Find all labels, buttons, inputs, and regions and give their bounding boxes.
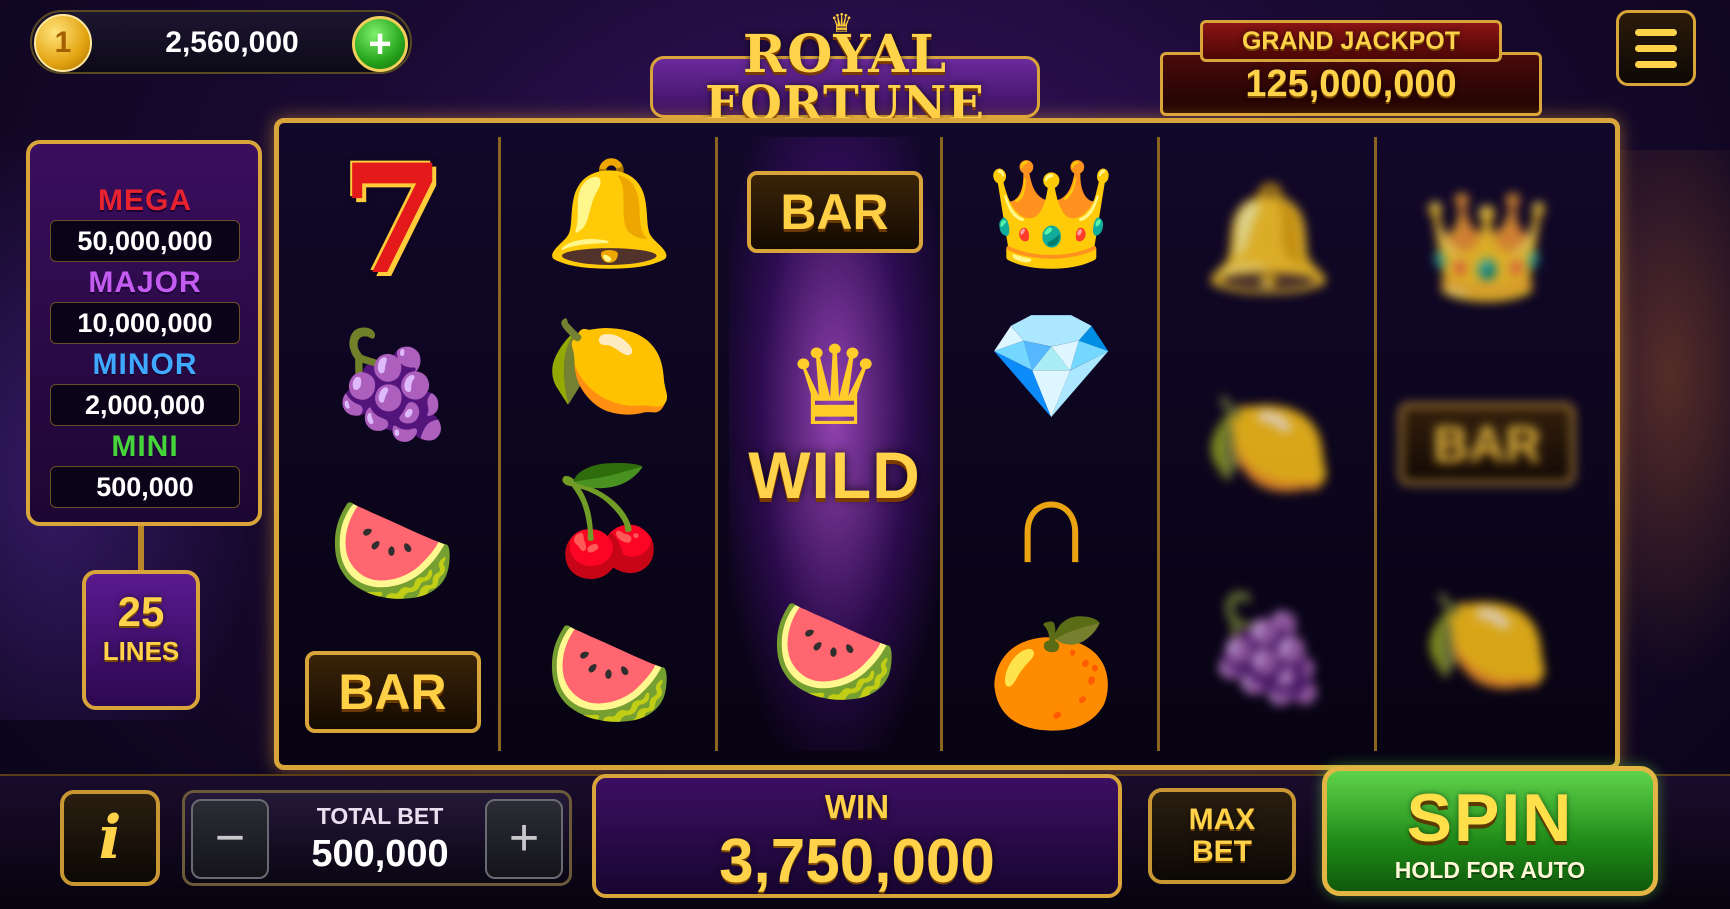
max-bet-line2: BET [1192,835,1252,868]
bell-symbol: 🔔 [1203,181,1334,298]
max-bet-line1: MAX [1188,803,1256,836]
decrease-bet-button[interactable]: − [191,799,269,879]
watermelon-symbol: 🍉 [769,594,900,711]
win-label: WIN [824,788,890,825]
grapes-symbol: 🍇 [327,327,458,444]
reel-1: 7 🍇 🍉 BAR [287,137,501,751]
reel-3: BAR ♛ WILD 🍉 [729,137,943,751]
tier-label: MINOR [92,348,198,381]
watermelon-symbol: 🍉 [327,492,458,609]
spin-hold-hint: HOLD FOR AUTO [1394,857,1586,883]
jackpot-tier-mini: MINI 500,000 [50,430,240,508]
wild-symbol: ♛ WILD [748,320,921,520]
reel-frame: 7 🍇 🍉 BAR 🔔 🍋 🍒 🍉 BAR ♛ WILD 🍉 👑 💎 ∩ 🍊 🔔… [274,118,1620,770]
tier-value: 2,000,000 [50,384,240,426]
jackpot-tier-minor: MINOR 2,000,000 [50,348,240,426]
crown-symbol: 👑 [986,155,1117,272]
grand-jackpot: 125,000,000 GRAND JACKPOT [1160,16,1542,118]
tier-value: 50,000,000 [50,220,240,262]
game-logo: ♛ ROYAL FORTUNE [640,8,1050,132]
tier-value: 500,000 [50,466,240,508]
jackpot-tier-major: MAJOR 10,000,000 [50,266,240,344]
tier-label: MEGA [98,184,192,217]
total-bet-panel: − TOTAL BET 500,000 + [182,790,572,886]
menu-icon[interactable] [1616,10,1696,86]
coin-icon: 1 [34,14,92,72]
lemon-symbol: 🍋 [1422,582,1552,699]
horseshoe-symbol: ∩ [1008,453,1095,588]
lines-count: 25 [117,588,165,635]
increase-bet-button[interactable]: + [485,799,563,879]
max-bet-button[interactable]: MAX BET [1148,788,1296,884]
bell-symbol: 🔔 [544,155,675,272]
cherries-symbol: 🍒 [544,462,675,579]
total-bet-value: 500,000 [311,833,449,875]
reel-5: 🔔 🍋 🍇 [1163,137,1377,751]
info-button[interactable]: i [60,790,160,886]
win-amount: 3,750,000 [719,827,995,896]
reel-2: 🔔 🍋 🍒 🍉 [504,137,718,751]
orange-symbol: 🍊 [986,616,1117,733]
balance-value: 2,560,000 [165,26,299,59]
tier-label: MAJOR [88,266,202,299]
jackpot-tiers-panel: MEGA 50,000,000 MAJOR 10,000,000 MINOR 2… [26,140,262,526]
tier-value: 10,000,000 [50,302,240,344]
bar-symbol: BAR [746,170,923,253]
reel-4: 👑 💎 ∩ 🍊 [946,137,1160,751]
bar-symbol: BAR [304,651,481,734]
win-panel: WIN 3,750,000 [592,774,1122,898]
seven-symbol: 7 [340,131,445,308]
spin-button[interactable]: SPIN HOLD FOR AUTO [1322,766,1658,896]
coin-balance: 1 2,560,000 + [30,10,412,74]
total-bet-label: TOTAL BET [316,803,444,829]
tier-label: MINI [111,430,179,463]
grand-jackpot-label: GRAND JACKPOT [1200,20,1502,62]
diamond-symbol: 💎 [986,309,1117,426]
lemon-symbol: 🍋 [1203,385,1334,502]
grapes-symbol: 🍇 [1203,590,1334,707]
paylines-badge: 25 LINES [82,570,200,710]
menu-line [1635,28,1677,36]
reel-6: 👑 BAR 🍋 [1380,137,1594,751]
bar-symbol: BAR [1399,402,1575,485]
lines-label: LINES [102,636,180,666]
watermelon-symbol: 🍉 [544,616,675,733]
crown-symbol: 👑 [1422,189,1552,306]
lemon-symbol: 🍋 [544,309,675,426]
menu-line [1635,44,1677,52]
lines-chain [138,526,144,570]
wild-crown-icon: ♛ [785,324,884,448]
jackpot-tier-mega: MEGA 50,000,000 [50,184,240,262]
wild-label: WILD [748,437,921,512]
add-coins-button[interactable]: + [352,16,408,72]
menu-line [1635,60,1677,68]
spin-label: SPIN [1406,780,1574,856]
